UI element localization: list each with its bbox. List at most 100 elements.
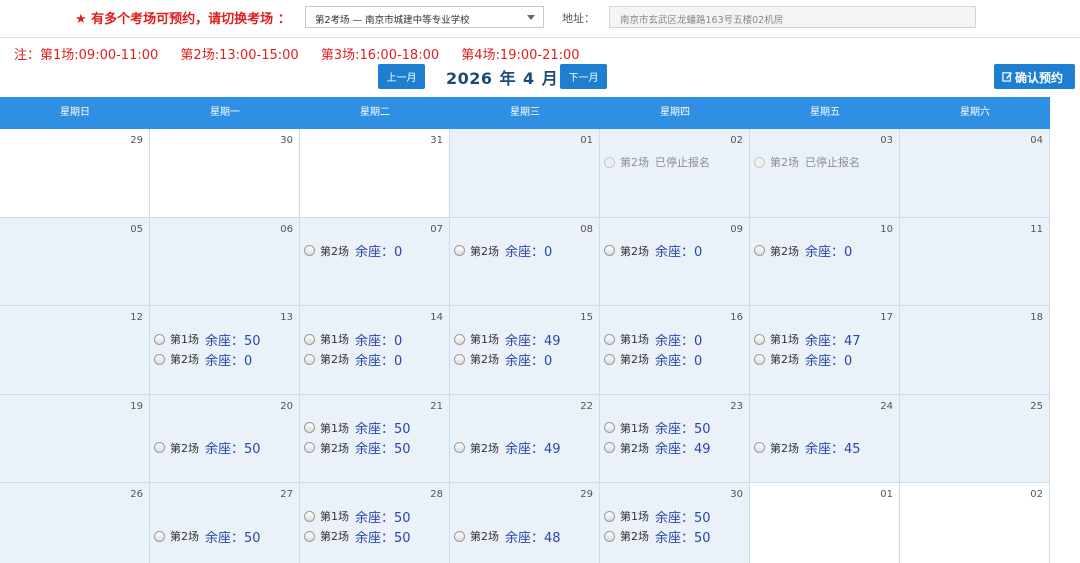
day-number: 22: [580, 400, 593, 412]
day-cell: 24 第2场 余座：45: [750, 394, 900, 483]
seats-remaining: 余座：49: [505, 333, 561, 349]
radio-icon[interactable]: [754, 353, 765, 365]
session-slot[interactable]: 第2场 余座：0: [604, 242, 702, 260]
session-slot[interactable]: 第1场 余座：50: [154, 330, 261, 349]
day-cell: 19: [0, 394, 150, 483]
radio-icon[interactable]: [454, 530, 465, 542]
address-label: 地址：: [562, 12, 595, 25]
radio-icon[interactable]: [754, 442, 765, 453]
session-slot[interactable]: 第2场 余座：45: [754, 439, 861, 457]
radio-icon[interactable]: [454, 353, 465, 365]
session-name: 第1场: [620, 333, 649, 346]
radio-icon[interactable]: [154, 530, 165, 542]
day-cell: 01: [450, 129, 600, 218]
day-number: 05: [130, 223, 143, 235]
radio-icon[interactable]: [454, 333, 465, 345]
radio-icon[interactable]: [304, 353, 315, 365]
radio-icon[interactable]: [304, 510, 315, 522]
radio-icon[interactable]: [154, 333, 165, 345]
radio-icon[interactable]: [604, 530, 615, 542]
day-number: 13: [280, 312, 293, 323]
day-number: 03: [880, 135, 893, 146]
day-number: 02: [730, 135, 743, 146]
weekday-5: 星期五: [810, 107, 840, 118]
radio-icon[interactable]: [454, 245, 465, 256]
session-slot[interactable]: 第2场 余座：0: [154, 350, 252, 369]
radio-icon[interactable]: [604, 510, 615, 522]
session-slot[interactable]: 第2场 余座：48: [454, 527, 561, 546]
radio-icon[interactable]: [304, 422, 315, 433]
radio-icon[interactable]: [604, 353, 615, 365]
day-cell: 08 第2场 余座：0: [450, 217, 600, 306]
day-cell: 04: [900, 129, 1050, 218]
day-cell: 23 第1场 余座：50 第2场 余座：49: [600, 394, 750, 483]
radio-icon[interactable]: [604, 422, 615, 433]
session-slot[interactable]: 第2场 余座：0: [754, 350, 852, 369]
week-row: 12 13 第1场 余座：50 第2场 余座：0 14 第1场 余座：0 第2场 余座：0 15 第1场…: [0, 306, 1050, 395]
session-time-note: 注：第1场:09:00-11:00 第2场:13:00-15:00 第3场:16…: [14, 44, 598, 63]
day-cell: 14 第1场 余座：0 第2场 余座：0: [300, 306, 450, 395]
session-slot[interactable]: 第2场 余座：50: [604, 527, 711, 546]
radio-icon[interactable]: [304, 245, 315, 256]
session-slot[interactable]: 第2场 余座：50: [154, 439, 261, 457]
day-number: 28: [430, 489, 443, 500]
session-slot[interactable]: 第2场 余座：50: [154, 527, 261, 546]
day-cell: 29 第2场 余座：48: [450, 483, 600, 563]
session-slot[interactable]: 第2场 余座：50: [304, 439, 411, 457]
session-slot[interactable]: 第2场 余座：0: [304, 350, 402, 369]
radio-icon[interactable]: [304, 442, 315, 453]
venue-select[interactable]: 第2考场 — 南京市城建中等专业学校: [305, 6, 544, 28]
session-name: 第2场: [320, 353, 349, 366]
day-cell: 15 第1场 余座：49 第2场 余座：0: [450, 306, 600, 395]
session-status: 已停止报名: [805, 156, 860, 169]
day-number: 07: [430, 223, 443, 235]
day-number: 24: [880, 400, 893, 412]
session-slot[interactable]: 第1场 余座：50: [604, 419, 711, 437]
prev-month-button[interactable]: 上一月: [378, 64, 425, 89]
session-4-time: 第4场:19:00-21:00: [461, 48, 580, 63]
multi-venue-notice: ★ 有多个考场可预约，请切换考场 ：: [75, 12, 291, 27]
radio-icon: [754, 156, 765, 168]
session-slot[interactable]: 第1场 余座：50: [304, 419, 411, 437]
seats-remaining: 余座：48: [505, 530, 561, 546]
radio-icon[interactable]: [304, 530, 315, 542]
session-slot[interactable]: 第2场 余座：0: [754, 242, 852, 260]
day-number: 14: [430, 312, 443, 323]
next-month-button[interactable]: 下一月: [560, 64, 607, 89]
day-cell: 28 第1场 余座：50 第2场 余座：50: [300, 483, 450, 563]
session-slot[interactable]: 第2场 余座：49: [454, 439, 561, 457]
session-slot[interactable]: 第1场 余座：0: [304, 330, 402, 349]
session-name: 第2场: [170, 441, 199, 455]
session-slot[interactable]: 第2场 余座：0: [454, 350, 552, 369]
day-number: 06: [280, 223, 293, 235]
session-slot[interactable]: 第2场 余座：50: [304, 527, 411, 546]
session-slot[interactable]: 第2场 余座：49: [604, 439, 711, 457]
radio-icon[interactable]: [604, 442, 615, 453]
session-slot[interactable]: 第2场 余座：0: [604, 350, 702, 369]
day-cell: 21 第1场 余座：50 第2场 余座：50: [300, 394, 450, 483]
session-slot[interactable]: 第2场 余座：0: [304, 242, 402, 260]
radio-icon[interactable]: [754, 333, 765, 345]
radio-icon[interactable]: [154, 442, 165, 453]
radio-icon[interactable]: [754, 245, 765, 256]
day-number: 11: [1030, 223, 1043, 235]
radio-icon[interactable]: [154, 353, 165, 365]
session-name: 第2场: [320, 244, 349, 258]
weekday-2: 星期二: [360, 107, 390, 118]
seats-remaining: 余座：0: [655, 333, 703, 349]
radio-icon[interactable]: [604, 333, 615, 345]
radio-icon[interactable]: [604, 245, 615, 256]
session-slot[interactable]: 第1场 余座：49: [454, 330, 561, 349]
session-slot[interactable]: 第1场 余座：50: [304, 507, 411, 526]
session-slot[interactable]: 第1场 余座：47: [754, 330, 861, 349]
radio-icon[interactable]: [304, 333, 315, 345]
session-slot[interactable]: 第1场 余座：50: [604, 507, 711, 526]
radio-icon[interactable]: [454, 442, 465, 453]
confirm-booking-button[interactable]: 确认预约: [994, 64, 1075, 89]
day-cell: 17 第1场 余座：47 第2场 余座：0: [750, 306, 900, 395]
day-number: 15: [580, 312, 593, 323]
session-slot[interactable]: 第2场 余座：0: [454, 242, 552, 260]
session-name: 第2场: [770, 156, 799, 169]
session-slot[interactable]: 第1场 余座：0: [604, 330, 703, 349]
day-number: 31: [430, 135, 443, 146]
